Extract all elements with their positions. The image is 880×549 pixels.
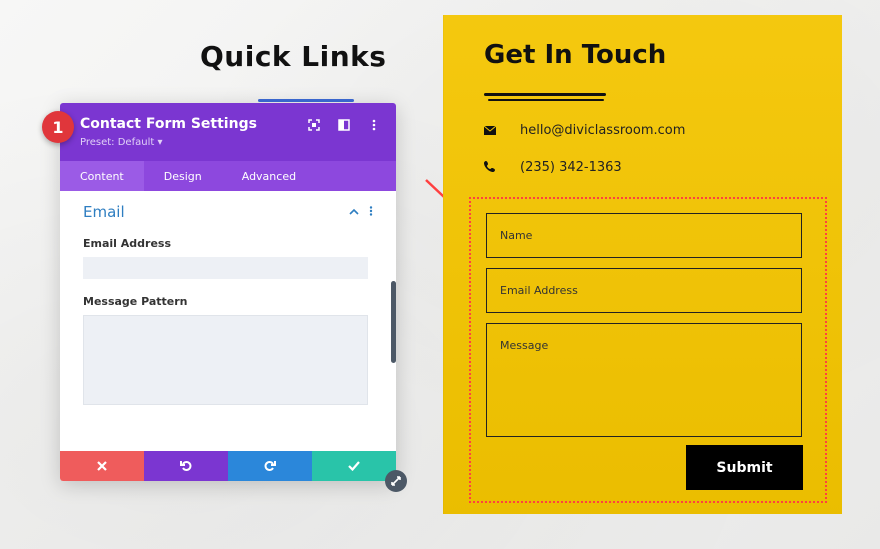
close-icon xyxy=(97,461,107,471)
email-field[interactable]: Email Address xyxy=(486,268,802,313)
title-squiggle-2 xyxy=(488,99,604,101)
panel-header[interactable]: Contact Form Settings Preset: Default ▾ xyxy=(60,103,396,161)
contact-email[interactable]: hello@diviclassroom.com xyxy=(520,123,685,138)
fullscreen-icon[interactable] xyxy=(306,117,322,133)
tab-design[interactable]: Design xyxy=(144,161,222,191)
email-section-header[interactable]: Email xyxy=(83,203,373,221)
undo-button[interactable] xyxy=(144,451,228,481)
email-address-label: Email Address xyxy=(83,237,172,250)
contact-form: Name Email Address Message Submit xyxy=(469,197,827,503)
quick-links-heading: Quick Links xyxy=(200,40,387,73)
submit-button[interactable]: Submit xyxy=(686,445,803,490)
check-icon xyxy=(348,461,360,471)
chevron-up-icon[interactable] xyxy=(349,206,359,219)
phone-row: (235) 342-1363 xyxy=(484,160,622,175)
split-view-icon[interactable] xyxy=(336,117,352,133)
settings-tabs: Content Design Advanced xyxy=(60,161,396,191)
tab-advanced[interactable]: Advanced xyxy=(222,161,316,191)
contact-phone[interactable]: (235) 342-1363 xyxy=(520,160,622,175)
panel-footer xyxy=(60,451,396,481)
name-field[interactable]: Name xyxy=(486,213,802,258)
message-pattern-label: Message Pattern xyxy=(83,295,188,308)
email-row: hello@diviclassroom.com xyxy=(483,123,685,138)
cancel-button[interactable] xyxy=(60,451,144,481)
email-address-input[interactable] xyxy=(83,257,368,279)
contact-form-settings-panel: Contact Form Settings Preset: Default ▾ … xyxy=(60,103,396,481)
title-squiggle xyxy=(484,93,606,96)
tab-content[interactable]: Content xyxy=(60,161,144,191)
step-badge: 1 xyxy=(42,111,74,143)
save-button[interactable] xyxy=(312,451,396,481)
phone-icon xyxy=(484,160,520,175)
message-field[interactable]: Message xyxy=(486,323,802,437)
undo-icon xyxy=(180,461,192,471)
redo-button[interactable] xyxy=(228,451,312,481)
card-title: Get In Touch xyxy=(484,40,667,70)
more-options-icon[interactable] xyxy=(366,117,382,133)
panel-scrollbar[interactable] xyxy=(391,281,396,363)
section-more-icon[interactable] xyxy=(369,205,373,219)
envelope-icon xyxy=(483,124,520,138)
section-title: Email xyxy=(83,203,125,221)
redo-icon xyxy=(264,461,276,471)
panel-body: Email Email Address Message Pattern xyxy=(60,191,396,451)
preset-dropdown[interactable]: Preset: Default ▾ xyxy=(80,137,376,148)
contact-card: Get In Touch hello@diviclassroom.com (23… xyxy=(443,15,842,514)
resize-icon[interactable] xyxy=(385,470,407,492)
message-pattern-textarea[interactable] xyxy=(83,315,368,405)
heading-underline xyxy=(258,99,354,102)
